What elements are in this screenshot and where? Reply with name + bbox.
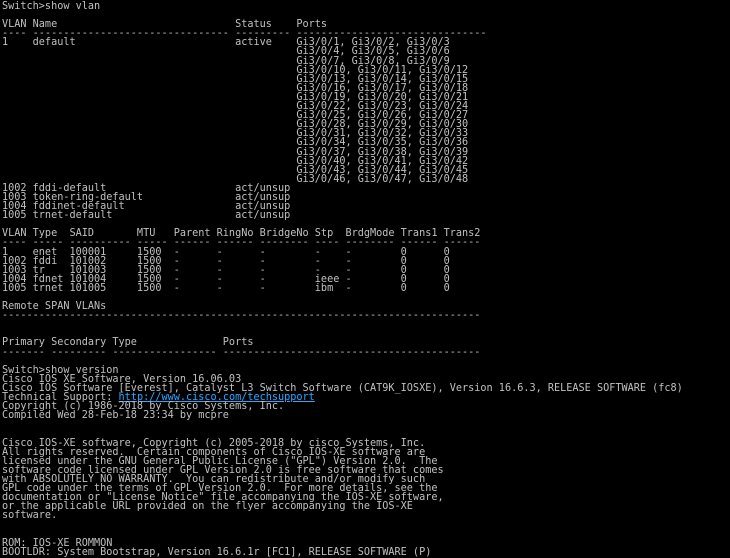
terminal-line: Compiled Wed 28-Feb-18 23:34 by mcpre xyxy=(2,410,229,422)
terminal-window[interactable]: Switch>show vlan VLAN Name Status Ports --… xyxy=(0,0,730,558)
terminal-line: software. xyxy=(2,510,58,522)
terminal-line: 1005 trnet-default act/unsup xyxy=(2,210,291,222)
terminal-line: BOOTLDR: System Bootstrap, Version 16.6.… xyxy=(2,546,432,558)
terminal-line: ----------------------------------------… xyxy=(2,310,481,322)
terminal-line: Switch>show vlan xyxy=(2,1,101,12)
terminal-line: or the applicable URL provided on the fl… xyxy=(2,501,413,513)
terminal-line: 1005 trnet 101005 1500 - - - ibm - 0 0 xyxy=(2,282,450,294)
terminal-line: ------- --------- ----------------- ----… xyxy=(2,346,481,358)
